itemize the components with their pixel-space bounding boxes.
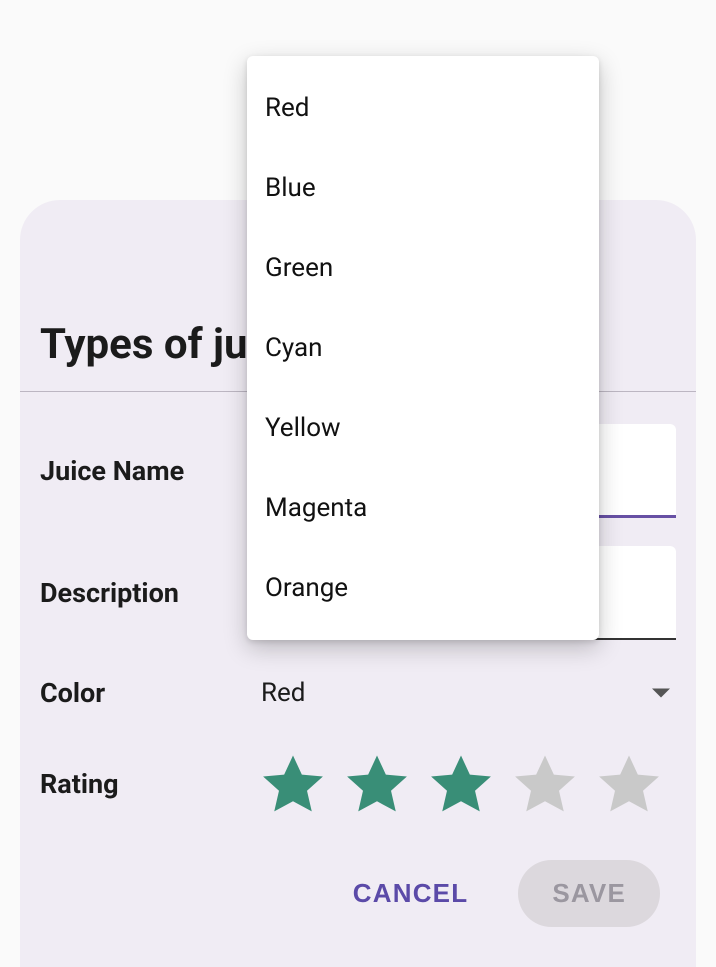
star-icon (257, 748, 329, 820)
cancel-button[interactable]: CANCEL (331, 860, 491, 927)
dropdown-item-blue[interactable]: Blue (247, 148, 599, 228)
save-button[interactable]: SAVE (518, 860, 660, 927)
star-icon (425, 748, 497, 820)
star-4[interactable] (507, 746, 583, 822)
rating-stars (255, 746, 676, 822)
star-1[interactable] (255, 746, 331, 822)
star-icon (509, 748, 581, 820)
field-row-rating: Rating (20, 732, 696, 836)
dropdown-item-cyan[interactable]: Cyan (247, 308, 599, 388)
star-3[interactable] (423, 746, 499, 822)
label-color: Color (40, 677, 255, 709)
star-icon (341, 748, 413, 820)
color-select-value: Red (261, 678, 305, 708)
star-2[interactable] (339, 746, 415, 822)
color-dropdown: RedBlueGreenCyanYellowMagentaOrange (247, 56, 599, 640)
dropdown-item-red[interactable]: Red (247, 68, 599, 148)
dropdown-item-orange[interactable]: Orange (247, 548, 599, 628)
star-5[interactable] (591, 746, 667, 822)
star-icon (593, 748, 665, 820)
chevron-down-icon (652, 689, 670, 698)
dialog-actions: CANCEL SAVE (20, 836, 696, 927)
dropdown-item-magenta[interactable]: Magenta (247, 468, 599, 548)
label-description: Description (40, 577, 255, 609)
dropdown-item-green[interactable]: Green (247, 228, 599, 308)
label-rating: Rating (40, 768, 255, 800)
dropdown-item-yellow[interactable]: Yellow (247, 388, 599, 468)
label-juice-name: Juice Name (40, 455, 255, 487)
field-row-color: Color Red (20, 654, 696, 732)
color-select[interactable]: Red (255, 668, 676, 718)
